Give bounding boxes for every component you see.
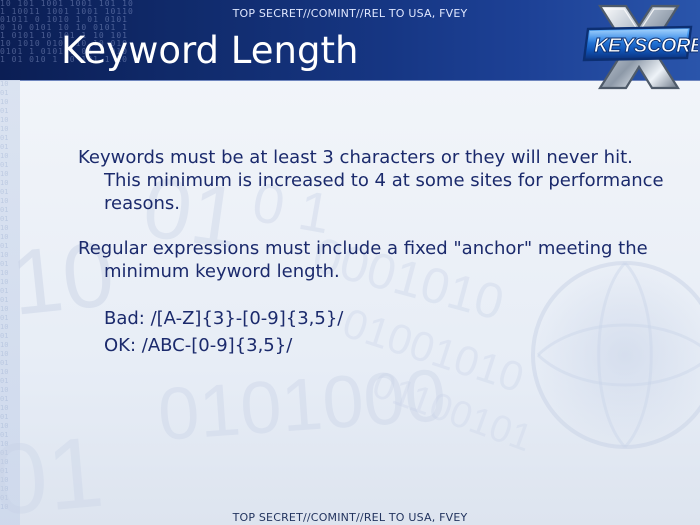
keyscore-logo: KEYSCORE	[582, 4, 698, 90]
slide: 10 101 1001 1001 101 10 1 10011 1001 100…	[0, 0, 700, 525]
regex-example-ok: OK: /ABC-[0-9]{3,5}/	[104, 335, 293, 356]
classification-banner-bottom: TOP SECRET//COMINT//REL TO USA, FVEY	[232, 511, 468, 524]
bullet-keyword-minimum: Keywords must be at least 3 characters o…	[78, 147, 664, 214]
slide-content: Keywords must be at least 3 characters o…	[78, 146, 668, 359]
left-strip-binary-pattern: 10 01 10 01 10 10 01 01 10 01 10 10 01 1…	[0, 80, 9, 511]
bullet-regex-anchor: Regular expressions must include a fixed…	[78, 238, 648, 282]
svg-text:01100101: 01100101	[367, 364, 538, 460]
svg-text:0101000: 0101000	[155, 353, 448, 456]
regex-examples: Bad: /[A-Z]{3}-[0-9]{3,5}/ OK: /ABC-[0-9…	[104, 305, 668, 359]
regex-example-bad: Bad: /[A-Z]{3}-[0-9]{3,5}/	[104, 308, 344, 329]
slide-title: Keyword Length	[61, 29, 359, 72]
keyscore-logo-text: KEYSCORE	[594, 35, 698, 57]
